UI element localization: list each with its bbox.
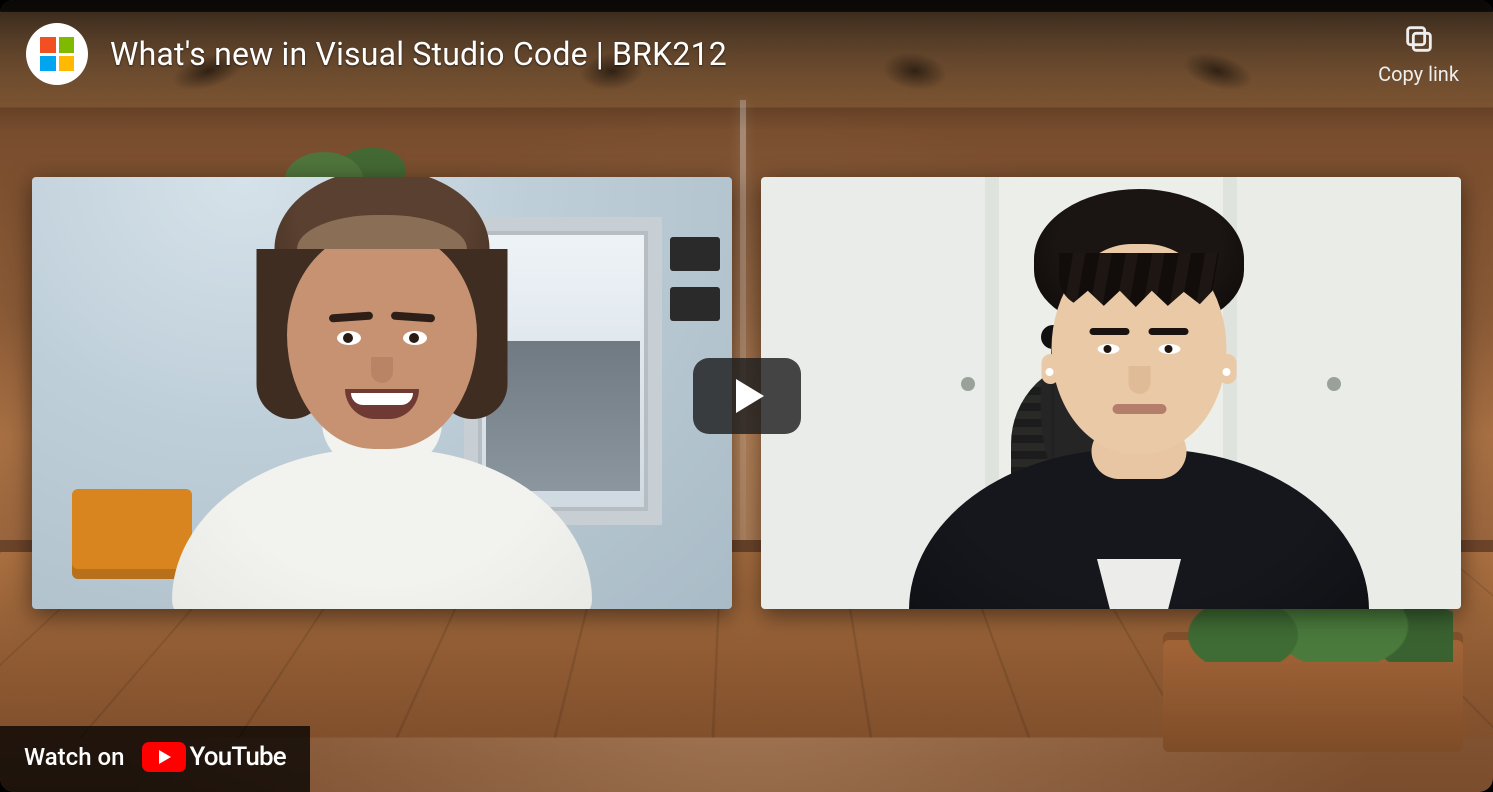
copy-link-label: Copy link: [1378, 62, 1459, 86]
presenter-tile-left: [32, 177, 732, 609]
copy-link-button[interactable]: Copy link: [1370, 18, 1467, 90]
bg-planter: [1163, 632, 1463, 752]
watch-on-youtube-button[interactable]: Watch on YouTube: [0, 726, 310, 792]
watch-on-label: Watch on: [24, 743, 124, 771]
youtube-embed-player[interactable]: What's new in Visual Studio Code | BRK21…: [0, 0, 1493, 792]
microsoft-logo-icon: [40, 37, 74, 71]
youtube-logo: YouTube: [142, 742, 285, 772]
video-title[interactable]: What's new in Visual Studio Code | BRK21…: [110, 35, 1370, 73]
youtube-play-icon: [142, 742, 186, 772]
presenter-avatar-left: [172, 259, 592, 609]
copy-icon: [1402, 22, 1436, 56]
presenter-avatar-right: [909, 259, 1369, 609]
channel-avatar[interactable]: [26, 23, 88, 85]
play-icon: [736, 379, 764, 413]
video-header: What's new in Visual Studio Code | BRK21…: [0, 0, 1493, 108]
presenter-tile-right: [761, 177, 1461, 609]
youtube-wordmark: YouTube: [189, 742, 285, 772]
play-button[interactable]: [693, 358, 801, 434]
